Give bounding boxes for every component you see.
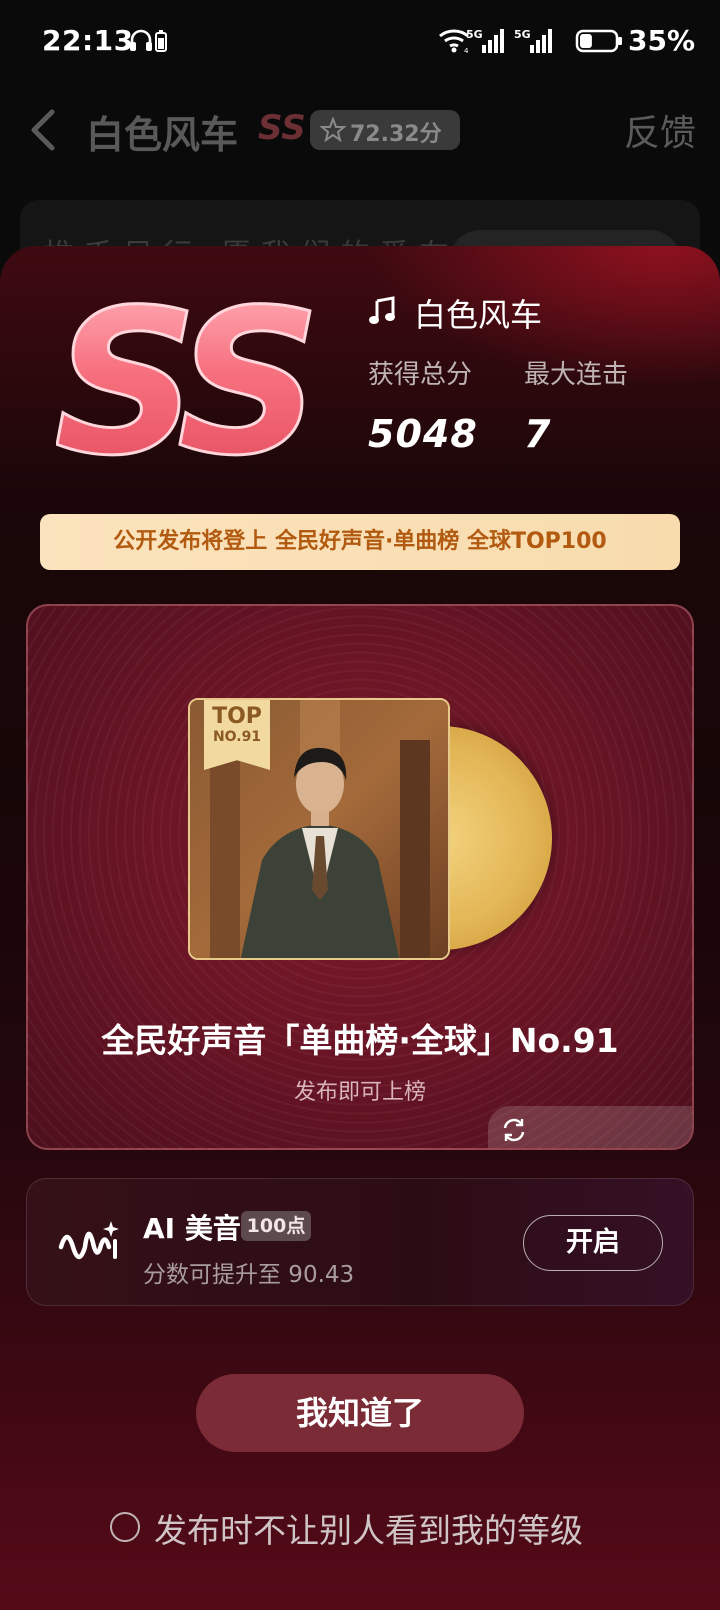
status-bar: 22:13 4 5G 5G 35% [0,0,720,86]
got-it-button[interactable]: 我知道了 [196,1374,524,1452]
max-combo-label: 最大连击 [524,360,629,390]
headset-icon [130,29,152,51]
top-rank-tag-line1: TOP [212,704,262,729]
top-rank-tag-line2: NO.91 [212,729,262,745]
feedback-link[interactable]: 反馈 [624,104,696,156]
refresh-icon [503,1118,525,1142]
hide-level-label: 发布时不让别人看到我的等级 [154,1511,583,1550]
status-time: 22:13 [42,24,134,57]
network-label-2: 5G [514,28,531,41]
star-badge-icon [320,117,346,143]
hide-level-radio[interactable] [110,1512,140,1542]
chart-rank-title: 全民好声音「单曲榜·全球」No.91 [101,1021,619,1060]
total-score-label: 获得总分 [368,360,473,390]
signal-icon: 5G [514,27,556,55]
ai-waveform-icon [58,1221,119,1260]
max-combo-value: 7 [524,412,552,456]
network-label-1: 5G [466,28,483,41]
total-score-value: 5048 [368,412,478,456]
page-header: 白色风车 SS 72.32分 反馈 [0,86,720,176]
score-text: 72.32分 [350,122,442,147]
chart-rank-subtitle: 发布即可上榜 [293,1080,426,1105]
promo-banner: 公开发布将登上 全民好声音·单曲榜 全球TOP100 [40,514,680,570]
screen: 22:13 4 5G 5G 35% 白色风车 SS 72.32分 反馈 SS 白… [0,0,720,1610]
refresh-button[interactable] [488,1106,692,1148]
chart-card[interactable]: TOP NO.91 全民好声音「单曲榜·全球」No.91 发布即可上榜 [26,604,694,1150]
signal-icon: 5G [466,27,508,55]
result-sheet: SS 白色风车 获得总分 最大连击 5048 7 公开发布将登上 全民好声音·单… [0,246,720,1610]
points-badge: 100点 [241,1211,311,1241]
score-pill: 72.32分 [310,110,460,150]
grade-badge-text: SS [56,282,311,482]
grade-label: SS [258,108,306,148]
ai-voice-description: 分数可提升至 90.43 [143,1262,355,1288]
page-title: 白色风车 [86,113,239,157]
song-name: 白色风车 [414,296,543,334]
grade-badge: SS [56,282,326,482]
ai-voice-card: AI 美音 100点 分数可提升至 90.43 开启 [26,1178,694,1306]
music-note-icon [369,296,395,324]
phone-battery-icon [155,30,167,52]
battery-icon [575,29,622,53]
album-cover: TOP NO.91 [188,698,450,960]
ai-voice-title: AI 美音 [143,1212,241,1245]
battery-percent: 35% [628,24,696,57]
enable-ai-voice-button[interactable]: 开启 [523,1215,663,1271]
top-rank-tag: TOP NO.91 [204,700,270,770]
back-arrow-icon[interactable] [28,108,58,152]
